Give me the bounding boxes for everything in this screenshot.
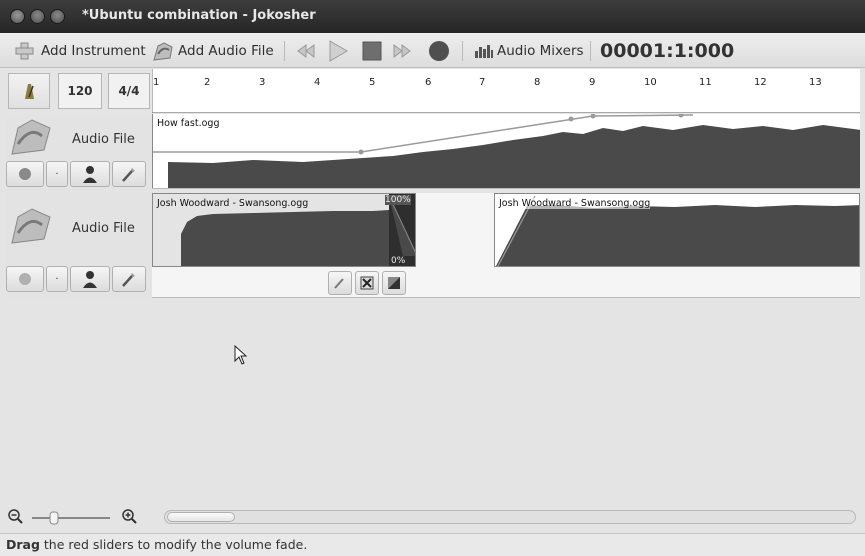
ruler-tick: 8: [534, 77, 541, 88]
horizontal-scrollbar[interactable]: [164, 510, 856, 524]
record-icon: [429, 40, 449, 61]
clip-delete-button[interactable]: [355, 271, 379, 295]
track-header[interactable]: Audio File ·: [6, 193, 151, 298]
audio-mixers-icon: [475, 44, 493, 58]
metronome-icon: [25, 84, 34, 99]
audio-mixers-button[interactable]: Audio Mixers: [474, 33, 584, 68]
solo-icon: [83, 166, 97, 183]
ruler-tick: 5: [369, 77, 376, 88]
record-arm-icon: [19, 168, 31, 180]
clip-name: How fast.ogg: [157, 118, 220, 129]
ruler-tick: 10: [644, 77, 657, 88]
zoom-in-icon[interactable]: [122, 509, 138, 525]
ruler-tick: 9: [589, 77, 596, 88]
audio-clip[interactable]: Josh Woodward - Swansong.ogg 100% 0%: [152, 193, 416, 267]
record-arm-icon: [19, 273, 31, 285]
fade-top-label: 100%: [385, 195, 411, 205]
record-arm-button[interactable]: [6, 161, 44, 187]
scrollbar-thumb[interactable]: [167, 512, 235, 522]
rewind-button[interactable]: [296, 33, 316, 68]
solo-icon: [83, 271, 97, 288]
clip-split-button[interactable]: [328, 271, 352, 295]
audio-mixers-label: Audio Mixers: [497, 42, 584, 59]
stop-icon: [362, 41, 382, 60]
add-instrument-label: Add Instrument: [41, 42, 146, 59]
ruler-tick: 12: [754, 77, 767, 88]
play-icon: [329, 39, 348, 62]
effects-button[interactable]: [112, 266, 146, 292]
clip-name: Josh Woodward - Swansong.ogg: [499, 198, 651, 209]
ruler-lines: [152, 69, 153, 113]
add-audio-file-button[interactable]: Add Audio File: [152, 33, 274, 68]
effects-button[interactable]: [112, 161, 146, 187]
ruler-tick: 6: [425, 77, 432, 88]
title-bar: *Ubuntu combination - Jokosher: [0, 0, 865, 33]
fast-forward-icon: [393, 43, 411, 58]
track-lane[interactable]: How fast.ogg: [152, 114, 860, 189]
status-text: the red sliders to modify the volume fad…: [39, 537, 308, 552]
audio-clip[interactable]: How fast.ogg: [152, 114, 860, 188]
ruler-tick: 3: [259, 77, 266, 88]
fast-forward-button[interactable]: [392, 33, 412, 68]
track-header[interactable]: Audio File ·: [6, 114, 151, 191]
jokosher-window: *Ubuntu combination - Jokosher Add Instr…: [0, 0, 865, 556]
ruler-tick: 4: [314, 77, 321, 88]
effects-icon: [122, 168, 135, 182]
ruler-tick: 1: [153, 77, 160, 88]
close-window-button[interactable]: [10, 9, 25, 24]
maximize-window-button[interactable]: [50, 9, 65, 24]
metronome-button[interactable]: [8, 73, 50, 109]
delete-icon: [360, 276, 374, 290]
track-name[interactable]: Audio File: [72, 221, 135, 236]
record-button[interactable]: [428, 33, 450, 68]
toolbar-separator: [590, 41, 591, 61]
play-button[interactable]: [328, 33, 348, 68]
zoom-bar: [0, 503, 865, 531]
toolbar-separator: [462, 41, 463, 61]
waveform: [153, 114, 860, 188]
stop-button[interactable]: [362, 33, 382, 68]
add-audio-file-icon: [153, 41, 173, 61]
status-bar: Drag the red sliders to modify the volum…: [0, 533, 865, 556]
ruler-tick: 2: [204, 77, 211, 88]
record-options-button[interactable]: ·: [46, 266, 68, 292]
tempo-field[interactable]: 120: [58, 73, 102, 109]
minimize-window-button[interactable]: [30, 9, 45, 24]
main-toolbar: Add Instrument Add Audio File Audio Mixe…: [0, 33, 865, 68]
record-arm-button[interactable]: [6, 266, 44, 292]
solo-button[interactable]: [70, 161, 110, 187]
instrument-icon: [11, 208, 51, 244]
add-audio-file-label: Add Audio File: [178, 42, 274, 59]
track-name[interactable]: Audio File: [72, 132, 135, 147]
add-instrument-icon: [15, 42, 34, 59]
clip-actions: [328, 271, 406, 295]
fade-bottom-label: 0%: [391, 256, 406, 266]
split-icon: [334, 278, 344, 289]
clip-fade-button[interactable]: [382, 271, 406, 295]
time-signature-field[interactable]: 4/4: [108, 73, 150, 109]
status-bold: Drag: [6, 537, 40, 552]
timeline-ruler[interactable]: 1 2 3 4 5 6 7 8 9 10 11 12 13: [152, 69, 860, 113]
ruler-tick: 11: [699, 77, 712, 88]
clip-name: Josh Woodward - Swansong.ogg: [157, 198, 309, 209]
track-lane[interactable]: Josh Woodward - Swansong.ogg 100% 0% Jos…: [152, 193, 860, 298]
fade-icon: [388, 277, 400, 289]
window-title: *Ubuntu combination - Jokosher: [82, 8, 316, 23]
zoom-slider[interactable]: [32, 511, 112, 525]
zoom-out-icon[interactable]: [8, 509, 24, 525]
instrument-icon: [11, 119, 51, 155]
rewind-icon: [297, 43, 315, 58]
position-display: 00001:1:000: [600, 39, 735, 62]
ruler-tick: 7: [479, 77, 486, 88]
add-instrument-button[interactable]: Add Instrument: [13, 33, 146, 68]
solo-button[interactable]: [70, 266, 110, 292]
record-options-button[interactable]: ·: [46, 161, 68, 187]
effects-icon: [122, 273, 135, 287]
audio-clip[interactable]: Josh Woodward - Swansong.ogg: [494, 193, 860, 267]
toolbar-separator: [284, 41, 285, 61]
cursor-icon: [234, 345, 248, 365]
ruler-tick: 13: [809, 77, 822, 88]
